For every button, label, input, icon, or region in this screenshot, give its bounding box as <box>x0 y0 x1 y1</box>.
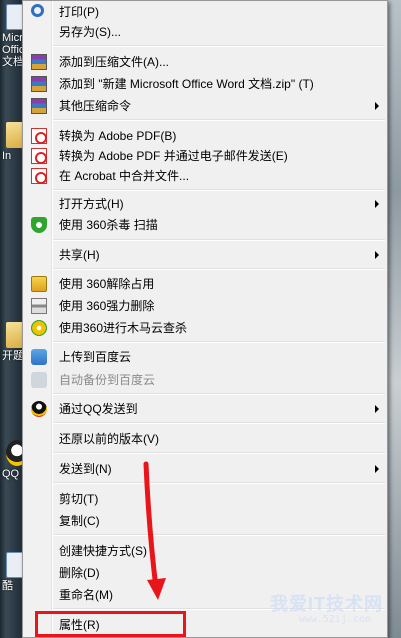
menu-item-label: 还原以前的版本(V) <box>59 432 159 446</box>
menu-item-share[interactable]: 共享(H) <box>25 244 385 266</box>
menu-item-label: 打印(P) <box>59 5 99 19</box>
menu-separator <box>53 239 385 241</box>
menu-item-360-unlock[interactable]: 使用 360解除占用 <box>25 273 385 295</box>
magnifier-icon <box>31 4 44 17</box>
menu-item-360-force-delete[interactable]: 使用 360强力删除 <box>25 295 385 317</box>
desktop-item-label: 酷 <box>2 580 13 592</box>
submenu-arrow-icon <box>375 251 379 259</box>
menu-item-convert-pdf-email[interactable]: 转换为 Adobe PDF 并通过电子邮件发送(E) <box>25 145 385 167</box>
menu-item-label: 使用 360解除占用 <box>59 277 155 291</box>
menu-item-convert-pdf[interactable]: 转换为 Adobe PDF(B) <box>25 125 385 147</box>
menu-separator <box>53 482 385 484</box>
menu-separator <box>53 393 385 395</box>
menu-item-label: 使用360进行木马云查杀 <box>59 321 188 335</box>
menu-separator <box>53 341 385 343</box>
menu-item-add-to-zip[interactable]: 添加到 "新建 Microsoft Office Word 文档.zip" (T… <box>25 73 385 95</box>
menu-item-label: 使用 360强力删除 <box>59 299 155 313</box>
menu-item-label: 添加到压缩文件(A)... <box>59 55 169 69</box>
menu-item-copy[interactable]: 复制(C) <box>25 510 385 532</box>
menu-item-360-trojan-scan[interactable]: 使用360进行木马云查杀 <box>25 317 385 339</box>
watermark-title: 我爱IT技术网 <box>270 594 383 614</box>
watermark-url: www.52ij.com <box>298 614 371 625</box>
menu-separator <box>53 534 385 536</box>
menu-item-open-with[interactable]: 打开方式(H) <box>25 193 385 215</box>
qq-icon <box>31 401 47 417</box>
winrar-icon <box>31 54 47 70</box>
menu-item-upload-baidu[interactable]: 上传到百度云 <box>25 346 385 368</box>
submenu-arrow-icon <box>375 465 379 473</box>
menu-item-label: 通过QQ发送到 <box>59 402 138 416</box>
desktop-background-right <box>388 0 401 638</box>
menu-item-label: 转换为 Adobe PDF 并通过电子邮件发送(E) <box>59 149 288 163</box>
winrar-icon <box>31 76 47 92</box>
menu-separator <box>53 452 385 454</box>
menu-item-print[interactable]: 打印(P) <box>25 1 385 23</box>
menu-item-label: 在 Acrobat 中合并文件... <box>59 169 190 183</box>
baidu-cloud-icon <box>31 349 47 365</box>
annotation-highlight-box <box>35 611 186 637</box>
menu-item-label: 重命名(M) <box>59 588 113 602</box>
menu-item-delete[interactable]: 删除(D) <box>25 562 385 584</box>
baidu-cloud-disabled-icon <box>31 372 47 388</box>
menu-item-label: 其他压缩命令 <box>59 99 132 113</box>
menu-item-send-to[interactable]: 发送到(N) <box>25 458 385 480</box>
menu-separator <box>53 45 385 47</box>
shredder-icon <box>31 298 47 314</box>
menu-item-add-to-archive[interactable]: 添加到压缩文件(A)... <box>25 51 385 73</box>
menu-item-label: 删除(D) <box>59 566 100 580</box>
pdf-icon <box>31 168 47 184</box>
menu-item-label: 使用 360杀毒 扫描 <box>59 218 158 232</box>
menu-separator <box>53 268 385 270</box>
menu-item-save-as[interactable]: 另存为(S)... <box>25 21 385 43</box>
360-shield-icon <box>31 217 47 233</box>
annotation-red-arrow-icon <box>143 461 166 600</box>
menu-item-label: 添加到 "新建 Microsoft Office Word 文档.zip" (T… <box>59 77 314 91</box>
menu-item-label: 剪切(T) <box>59 492 99 506</box>
menu-item-send-via-qq[interactable]: 通过QQ发送到 <box>25 398 385 420</box>
menu-item-other-compress[interactable]: 其他压缩命令 <box>25 95 385 117</box>
menu-item-label: 复制(C) <box>59 514 100 528</box>
menu-item-label: 共享(H) <box>59 248 100 262</box>
desktop-item-label: QQ <box>2 468 20 480</box>
menu-item-label: 打开方式(H) <box>59 197 124 211</box>
menu-item-acrobat-merge[interactable]: 在 Acrobat 中合并文件... <box>25 165 385 187</box>
menu-item-label: 转换为 Adobe PDF(B) <box>59 129 177 143</box>
winrar-icon <box>31 98 47 114</box>
menu-item-create-shortcut[interactable]: 创建快捷方式(S) <box>25 540 385 562</box>
menu-item-label: 发送到(N) <box>59 462 112 476</box>
menu-item-360-scan[interactable]: 使用 360杀毒 扫描 <box>25 214 385 236</box>
submenu-arrow-icon <box>375 405 379 413</box>
menu-item-label: 自动备份到百度云 <box>59 373 156 387</box>
submenu-arrow-icon <box>375 102 379 110</box>
unlock-icon <box>31 276 47 292</box>
pdf-icon <box>31 128 47 144</box>
menu-item-label: 上传到百度云 <box>59 350 132 364</box>
submenu-arrow-icon <box>375 200 379 208</box>
trojan-scan-icon <box>31 320 47 336</box>
context-menu: 打印(P) 另存为(S)... 添加到压缩文件(A)... 添加到 "新建 Mi… <box>22 0 388 638</box>
desktop-item-label: In <box>2 150 12 162</box>
menu-item-label: 另存为(S)... <box>59 25 121 39</box>
menu-item-auto-backup-baidu: 自动备份到百度云 <box>25 369 385 391</box>
menu-separator <box>53 189 385 191</box>
menu-item-restore-previous[interactable]: 还原以前的版本(V) <box>25 428 385 450</box>
menu-separator <box>53 422 385 424</box>
pdf-icon <box>31 148 47 164</box>
menu-separator <box>53 119 385 121</box>
menu-item-cut[interactable]: 剪切(T) <box>25 488 385 510</box>
desktop-item-label: 开题 <box>2 350 24 362</box>
